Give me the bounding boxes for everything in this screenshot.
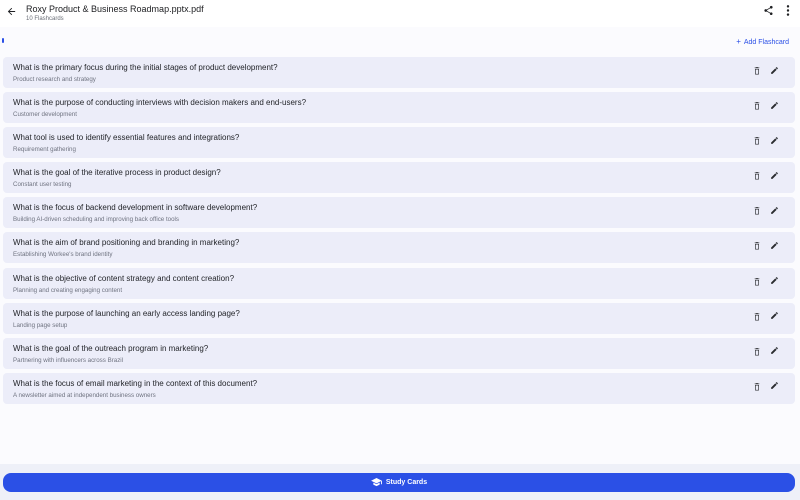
trash-icon (753, 308, 761, 326)
progress-indicator (2, 38, 4, 43)
top-bar: Roxy Product & Business Roadmap.pptx.pdf… (0, 0, 800, 27)
flashcard-answer: Building AI-driven scheduling and improv… (13, 216, 180, 224)
pencil-icon (770, 342, 779, 360)
plus-icon: + (736, 37, 741, 46)
pencil-icon (770, 97, 779, 115)
flashcard-answer: Establishing Workee's brand identity (13, 251, 113, 259)
edit-button[interactable] (769, 381, 780, 392)
trash-icon (753, 343, 761, 361)
delete-button[interactable] (752, 205, 762, 217)
edit-button[interactable] (769, 240, 780, 251)
delete-button[interactable] (752, 100, 762, 112)
delete-button[interactable] (752, 170, 762, 182)
flashcard-question: What is the goal of the outreach program… (13, 343, 209, 353)
trash-icon (753, 378, 761, 396)
delete-button[interactable] (752, 240, 762, 252)
flashcard-list: What is the primary focus during the ini… (3, 57, 795, 408)
flashcard-answer: Customer development (13, 111, 77, 119)
add-flashcard-label: Add Flashcard (743, 39, 789, 46)
flashcards-screen: Roxy Product & Business Roadmap.pptx.pdf… (0, 0, 800, 500)
flashcard-question: What is the aim of brand positioning and… (13, 238, 240, 248)
flashcard-answer: A newsletter aimed at independent busine… (13, 391, 156, 399)
flashcard-question: What is the purpose of launching an earl… (13, 308, 240, 318)
flashcard-question: What is the goal of the iterative proces… (13, 168, 221, 178)
flashcard-answer: Partnering with influencers across Brazi… (13, 356, 124, 364)
flashcard-answer: Planning and creating engaging content (13, 286, 123, 294)
study-cards-label: Study Cards (385, 479, 428, 486)
delete-button[interactable] (752, 311, 762, 323)
flashcard-item[interactable]: What is the purpose of conducting interv… (3, 92, 795, 124)
trash-icon (753, 237, 761, 255)
title-block: Roxy Product & Business Roadmap.pptx.pdf… (26, 4, 204, 24)
flashcard-item[interactable]: What is the primary focus during the ini… (3, 57, 795, 88)
flashcard-item[interactable]: What is the focus of backend development… (3, 197, 795, 229)
edit-button[interactable] (769, 311, 780, 322)
flashcard-question: What is the focus of backend development… (13, 203, 258, 213)
flashcard-question: What is the focus of email marketing in … (13, 378, 258, 388)
flashcard-question: What is the primary focus during the ini… (13, 63, 278, 72)
pencil-icon (770, 202, 779, 220)
flashcard-count: 10 Flashcards (26, 16, 64, 22)
flashcard-question: What is the purpose of conducting interv… (13, 98, 307, 108)
trash-icon (753, 273, 761, 291)
delete-button[interactable] (752, 381, 762, 393)
pencil-icon (770, 62, 779, 80)
flashcard-item[interactable]: What is the focus of email marketing in … (3, 372, 795, 404)
flashcard-item[interactable]: What is the purpose of launching an earl… (3, 302, 795, 334)
edit-button[interactable] (769, 135, 780, 146)
flashcard-item[interactable]: What is the objective of content strateg… (3, 267, 795, 299)
flashcard-question: What tool is used to identify essential … (13, 133, 240, 143)
trash-icon (753, 62, 761, 80)
edit-button[interactable] (769, 100, 780, 111)
footer-bar: Study Cards (0, 464, 800, 500)
flashcard-answer: Product research and strategy (13, 76, 96, 83)
pencil-icon (770, 307, 779, 325)
study-cards-button[interactable]: Study Cards (3, 473, 795, 492)
share-button[interactable] (760, 4, 776, 20)
pencil-icon (770, 272, 779, 290)
edit-button[interactable] (769, 346, 780, 357)
trash-icon (753, 202, 761, 220)
edit-button[interactable] (769, 65, 780, 76)
flashcard-item[interactable]: What is the aim of brand positioning and… (3, 232, 795, 264)
pencil-icon (770, 377, 779, 395)
pencil-icon (770, 132, 779, 150)
delete-button[interactable] (752, 135, 762, 147)
add-flashcard-button[interactable]: + Add Flashcard (736, 37, 789, 46)
back-button[interactable] (2, 4, 20, 22)
flashcard-answer: Requirement gathering (13, 146, 76, 154)
flashcard-item[interactable]: What tool is used to identify essential … (3, 127, 795, 159)
edit-button[interactable] (769, 170, 780, 181)
pencil-icon (770, 237, 779, 255)
trash-icon (753, 167, 761, 185)
edit-button[interactable] (769, 205, 780, 216)
more-vertical-icon (786, 3, 790, 21)
share-icon (763, 3, 774, 21)
pencil-icon (770, 167, 779, 185)
page-title: Roxy Product & Business Roadmap.pptx.pdf (26, 4, 204, 14)
delete-button[interactable] (752, 65, 762, 77)
graduation-cap-icon (370, 478, 382, 487)
arrow-left-icon (6, 4, 17, 22)
flashcard-item[interactable]: What is the goal of the outreach program… (3, 337, 795, 369)
trash-icon (753, 132, 761, 150)
more-options-button[interactable] (781, 4, 795, 20)
delete-button[interactable] (752, 276, 762, 288)
flashcard-answer: Constant user testing (13, 181, 72, 189)
flashcard-question: What is the objective of content strateg… (13, 273, 235, 283)
flashcard-answer: Landing page setup (13, 321, 68, 329)
trash-icon (753, 97, 761, 115)
delete-button[interactable] (752, 346, 762, 358)
flashcard-item[interactable]: What is the goal of the iterative proces… (3, 162, 795, 194)
edit-button[interactable] (769, 276, 780, 287)
